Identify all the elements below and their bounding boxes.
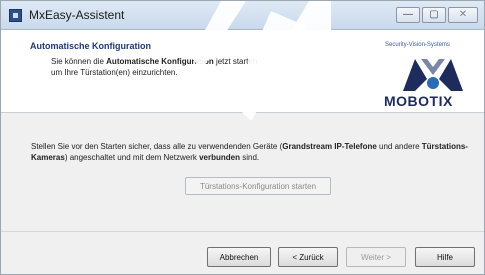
- next-button[interactable]: Weiter >: [346, 247, 406, 267]
- app-icon: [9, 9, 22, 22]
- maximize-button[interactable]: ▢: [422, 7, 446, 23]
- wizard-window: MxEasy-Assistent — ▢ ✕ Automatische Konf…: [0, 0, 485, 275]
- description-suffix: jetzt starten,: [213, 57, 260, 66]
- description-bold: Automatische Konfiguration: [106, 57, 214, 66]
- instruction-part3: ) angeschaltet und mit dem Netzwerk: [64, 153, 200, 162]
- mobotix-logo-icon: [403, 59, 463, 91]
- instruction-part1: Stellen Sie vor den Starten sicher, dass…: [31, 142, 283, 151]
- brand-name: MOBOTIX: [384, 93, 453, 109]
- logo-tagline: Security-Vision-Systems: [385, 42, 450, 48]
- instruction-part2: und andere: [376, 142, 422, 151]
- description-prefix: Sie können die: [51, 57, 107, 66]
- minimize-button[interactable]: —: [396, 7, 420, 23]
- title-bar: MxEasy-Assistent — ▢ ✕: [1, 1, 484, 30]
- cancel-button[interactable]: Abbrechen: [207, 247, 271, 267]
- start-configuration-button[interactable]: Türstations-Konfiguration starten: [185, 177, 331, 195]
- instruction-bold3: verbunden: [199, 153, 240, 162]
- instruction-text: Stellen Sie vor den Starten sicher, dass…: [31, 141, 476, 163]
- close-button[interactable]: ✕: [448, 7, 478, 23]
- back-button[interactable]: < Zurück: [278, 247, 338, 267]
- instruction-part4: sind.: [240, 153, 260, 162]
- footer-divider: [1, 231, 484, 232]
- description-line2: um Ihre Türstation(en) einzurichten.: [51, 68, 178, 77]
- help-button[interactable]: Hilfe: [415, 247, 475, 267]
- page-title: Automatische Konfiguration: [30, 41, 151, 51]
- page-description: Sie können die Automatische Konfiguratio…: [51, 56, 331, 78]
- window-title: MxEasy-Assistent: [29, 8, 125, 22]
- instruction-bold1: Grandstream IP-Telefone: [282, 142, 377, 151]
